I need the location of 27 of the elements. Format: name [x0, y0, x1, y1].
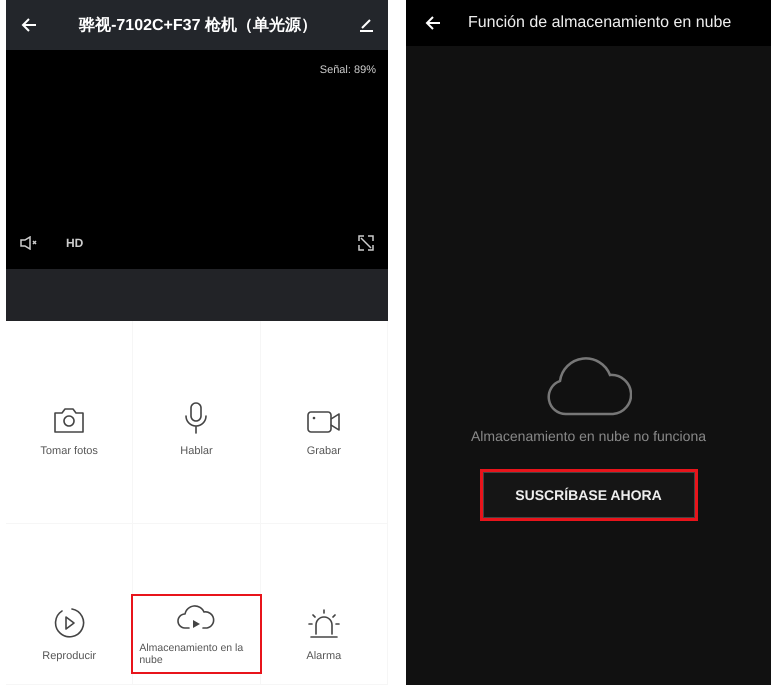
back-button[interactable]: [20, 17, 38, 33]
speaker-muted-icon: [20, 236, 38, 250]
device-title: 骅视-7102C+F37 枪机（单光源）: [78, 15, 318, 36]
cloud-play-icon: [176, 604, 216, 632]
screen-title: Función de almacenamiento en nube: [468, 14, 732, 32]
status-message: Almacenamiento en nube no funciona: [470, 428, 706, 444]
mute-button[interactable]: [20, 236, 38, 250]
action-tile[interactable]: Alarma: [306, 608, 342, 662]
signal-label: Señal: 89%: [320, 63, 377, 76]
fullscreen-button[interactable]: [358, 235, 374, 251]
action-tile[interactable]: Hablar: [180, 401, 213, 457]
camera-icon: [52, 405, 86, 435]
action-tile[interactable]: Almacenamiento en la nube: [133, 596, 260, 672]
action-tile[interactable]: Reproducir: [42, 606, 96, 662]
back-arrow-icon: [20, 17, 38, 33]
replay-icon: [52, 606, 86, 640]
back-arrow-icon: [424, 15, 442, 31]
fullscreen-icon: [358, 235, 374, 251]
alarm-light-icon: [306, 608, 342, 640]
back-button[interactable]: [424, 15, 442, 31]
edit-button[interactable]: [358, 18, 374, 32]
action-tile[interactable]: Tomar fotos: [40, 405, 98, 457]
action-tile[interactable]: Grabar: [306, 409, 342, 457]
quality-button[interactable]: HD: [66, 236, 84, 250]
video-camera-icon: [306, 409, 342, 435]
microphone-icon: [183, 401, 210, 435]
pencil-icon: [358, 18, 374, 32]
